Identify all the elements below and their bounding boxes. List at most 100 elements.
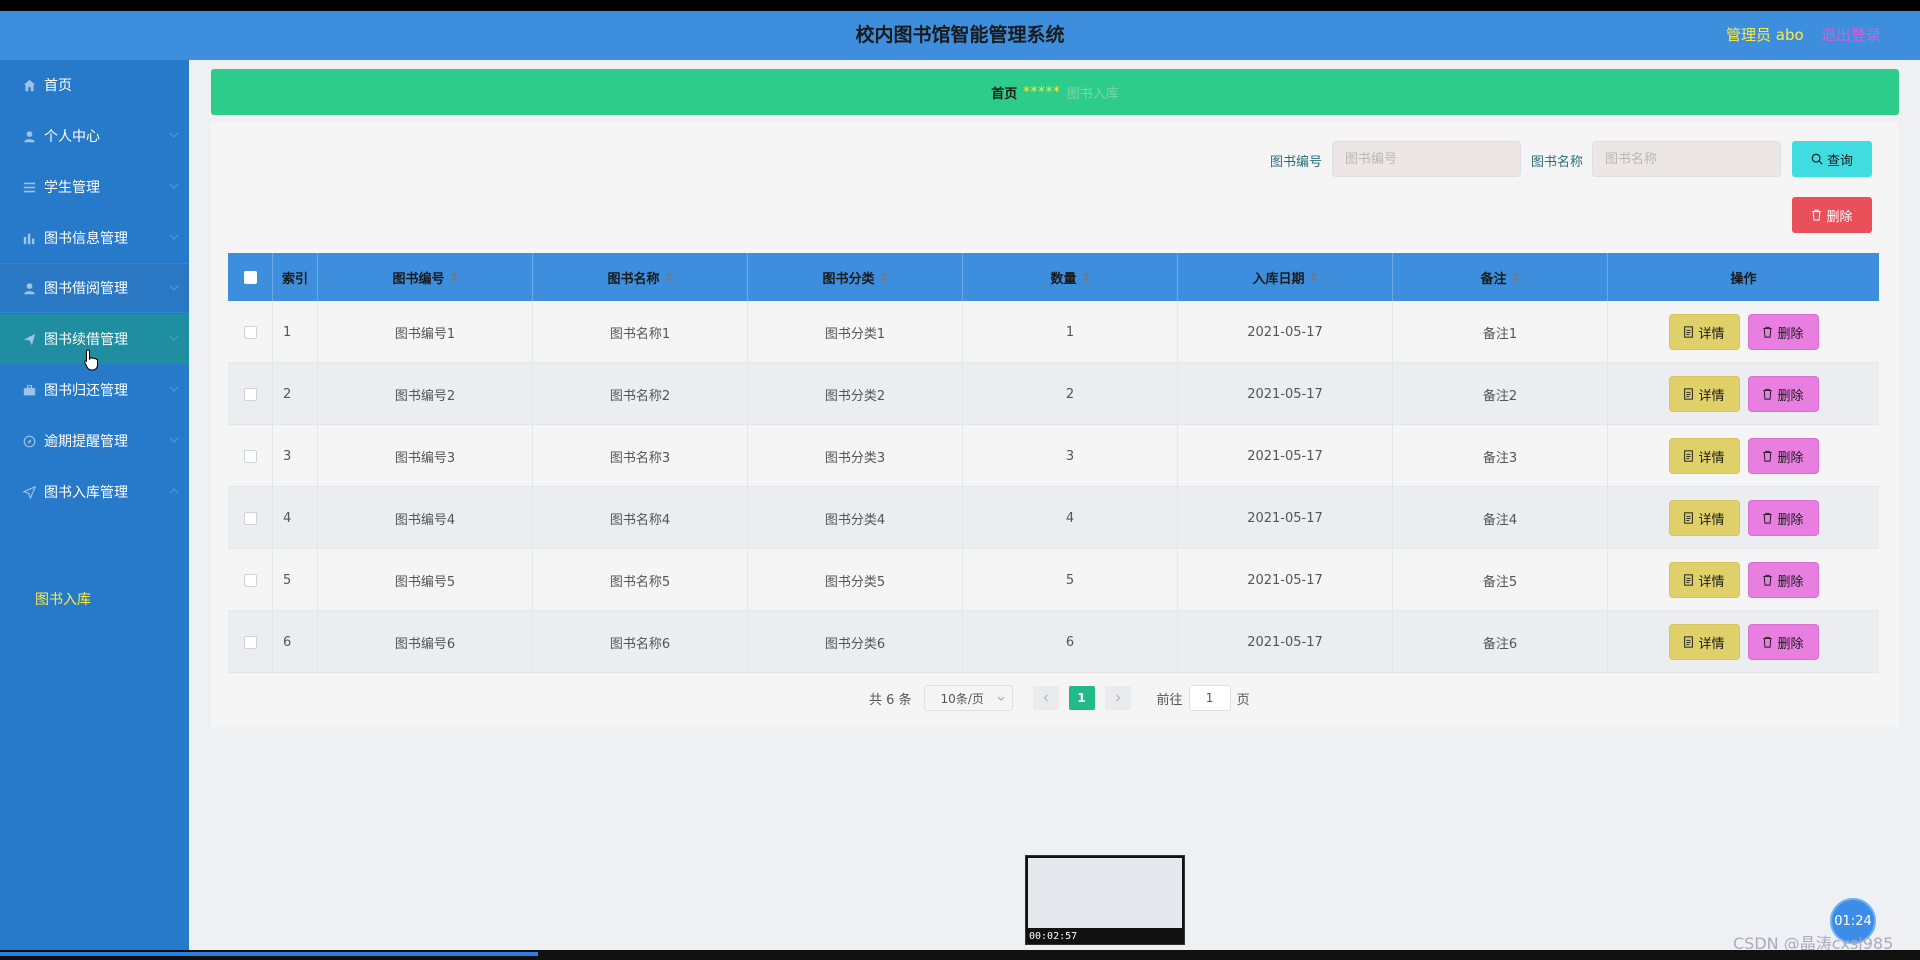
mouse-pointer-icon [84,349,98,371]
detail-button[interactable]: 详情 [1668,562,1740,598]
next-page-button[interactable] [1104,686,1131,710]
row-checkbox[interactable] [243,325,257,339]
sort-icon[interactable] [664,272,673,282]
row-delete-button[interactable]: 删除 [1747,438,1819,474]
app-title: 校内图书馆智能管理系统 [855,24,1065,46]
table-row: 3 图书编号3 图书名称3 图书分类3 3 2021-05-17 备注3 详情 删除 [228,425,1879,487]
cell-date: 2021-05-17 [1178,611,1393,673]
row-delete-label: 删除 [1777,636,1804,652]
query-button[interactable]: 查询 [1792,141,1872,177]
chevron-down-icon [169,335,179,341]
chevron-left-icon [1043,694,1048,702]
sidebar-item-label: 图书续借管理 [44,332,128,348]
sort-icon[interactable] [879,272,888,282]
logout-link[interactable]: 退出登录 [1821,24,1881,45]
document-icon [1684,574,1694,586]
table-header: 索引 图书编号 图书名称 图书分类 数量 入库日期 备注 操作 [228,253,1879,301]
column-header-quantity[interactable]: 数量 [963,253,1178,301]
row-checkbox[interactable] [243,511,257,525]
detail-button[interactable]: 详情 [1668,314,1740,350]
breadcrumb-current: 图书入库 [1066,86,1119,102]
row-delete-button[interactable]: 删除 [1747,624,1819,660]
detail-button[interactable]: 详情 [1668,500,1740,536]
detail-button[interactable]: 详情 [1668,376,1740,412]
page-number-current[interactable]: 1 [1068,686,1095,710]
detail-button-label: 详情 [1698,388,1725,404]
goto-page-input[interactable] [1188,685,1231,711]
submenu-item-stock-in[interactable]: 图书入库 [35,589,91,609]
chevron-up-icon [169,488,179,494]
thumbnail-preview [1028,858,1182,928]
sort-icon[interactable] [449,272,458,282]
location-icon [22,485,36,499]
sidebar-item-overdue[interactable]: 逾期提醒管理 [0,416,189,466]
row-delete-label: 删除 [1777,574,1804,590]
sidebar-item-profile[interactable]: 个人中心 [0,111,189,161]
video-thumbnail[interactable]: 00:02:57 [1025,855,1185,945]
sidebar-item-borrow[interactable]: 图书借阅管理 [0,263,189,313]
row-delete-label: 删除 [1777,388,1804,404]
cell-select [228,425,273,487]
prev-page-button[interactable] [1032,686,1059,710]
video-progress-bar[interactable] [0,950,1920,960]
row-delete-button[interactable]: 删除 [1747,376,1819,412]
trash-icon [1763,450,1773,462]
book-name-input[interactable] [1592,141,1781,177]
cell-actions: 详情 删除 [1608,487,1879,549]
row-delete-button[interactable]: 删除 [1747,562,1819,598]
table-row: 4 图书编号4 图书名称4 图书分类4 4 2021-05-17 备注4 详情 删除 [228,487,1879,549]
breadcrumb-home[interactable]: 首页 [991,83,1017,102]
column-header-date[interactable]: 入库日期 [1178,253,1393,301]
home-icon [22,78,36,92]
book-code-input[interactable] [1332,141,1521,177]
sidebar-item-return[interactable]: 图书归还管理 [0,365,189,415]
search-icon [1811,153,1823,165]
row-checkbox[interactable] [243,635,257,649]
cell-category: 图书分类3 [748,425,963,487]
sidebar-item-book-info[interactable]: 图书信息管理 [0,213,189,263]
row-checkbox[interactable] [243,449,257,463]
video-progress-fill [0,952,538,956]
row-delete-button[interactable]: 删除 [1747,500,1819,536]
sidebar-item-home[interactable]: 首页 [0,60,189,110]
row-checkbox[interactable] [243,573,257,587]
cell-select [228,549,273,611]
row-checkbox[interactable] [243,387,257,401]
sidebar-item-label: 逾期提醒管理 [44,434,128,450]
column-header-name[interactable]: 图书名称 [533,253,748,301]
batch-delete-button[interactable]: 删除 [1792,197,1872,233]
row-delete-label: 删除 [1777,512,1804,528]
column-header-code[interactable]: 图书编号 [318,253,533,301]
detail-button-label: 详情 [1698,326,1725,342]
cell-category: 图书分类2 [748,363,963,425]
row-delete-button[interactable]: 删除 [1747,314,1819,350]
cell-select [228,487,273,549]
sort-icon[interactable] [1081,272,1090,282]
sort-icon[interactable] [1309,272,1318,282]
cell-select [228,611,273,673]
detail-button[interactable]: 详情 [1668,624,1740,660]
user-icon [22,281,36,295]
detail-button[interactable]: 详情 [1668,438,1740,474]
cell-book-name: 图书名称5 [533,549,748,611]
cell-book-code: 图书编号3 [318,425,533,487]
cell-book-name: 图书名称6 [533,611,748,673]
page-suffix: 页 [1236,692,1250,708]
detail-button-label: 详情 [1698,574,1725,590]
sidebar-item-students[interactable]: 学生管理 [0,162,189,212]
cell-book-name: 图书名称4 [533,487,748,549]
cell-category: 图书分类5 [748,549,963,611]
column-header-category[interactable]: 图书分类 [748,253,963,301]
cell-quantity: 5 [963,549,1178,611]
page-size-select[interactable]: 10条/页 [923,685,1013,711]
document-icon [1684,388,1694,400]
sidebar: 首页 个人中心 学生管理 图书信息管理 图书借阅管理 图书续借管理 图书归还管理… [0,60,189,950]
column-header-note[interactable]: 备注 [1393,253,1608,301]
column-header-label: 操作 [1730,271,1757,287]
cell-index: 3 [273,425,318,487]
select-all-checkbox[interactable] [243,270,257,284]
cell-index: 6 [273,611,318,673]
sidebar-item-stock-in[interactable]: 图书入库管理 [0,467,189,517]
chevron-down-icon [169,386,179,392]
sort-icon[interactable] [1511,272,1520,282]
